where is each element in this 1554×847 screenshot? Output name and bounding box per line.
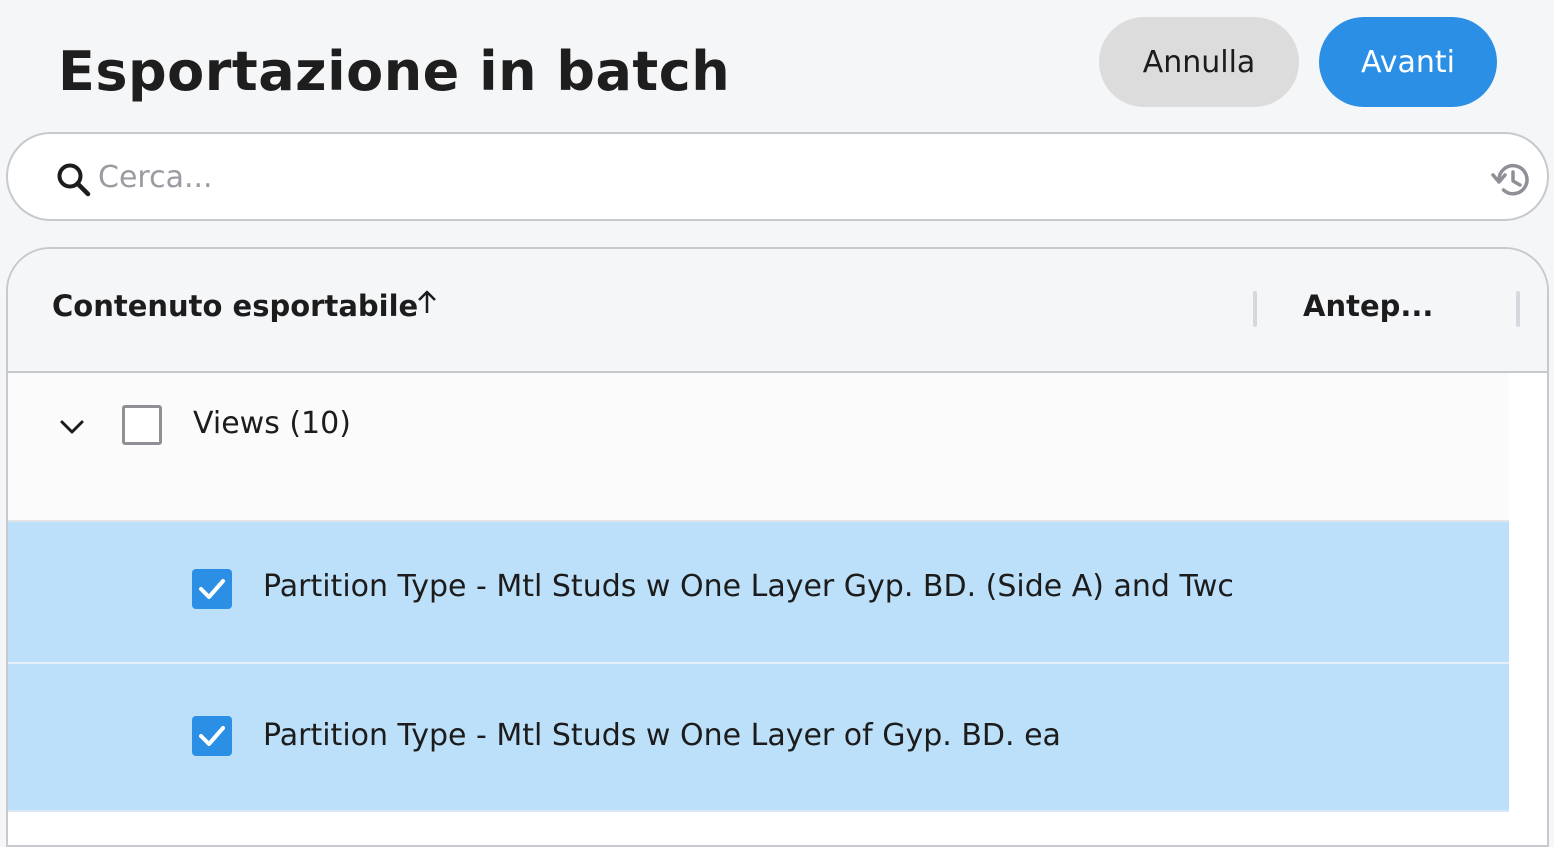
column-resize-handle[interactable] bbox=[1253, 291, 1257, 327]
sort-ascending-icon[interactable] bbox=[416, 289, 438, 315]
row-checkbox[interactable] bbox=[192, 716, 232, 756]
checkmark-icon bbox=[199, 726, 225, 746]
column-header-content[interactable]: Contenuto esportabile bbox=[52, 289, 418, 323]
row-label: Partition Type - Mtl Studs w One Layer o… bbox=[263, 718, 1061, 753]
cancel-button[interactable]: Annulla bbox=[1099, 17, 1299, 107]
row-label: Partition Type - Mtl Studs w One Layer G… bbox=[263, 569, 1234, 604]
table-row[interactable]: Partition Type - Mtl Studs w One Layer o… bbox=[8, 664, 1509, 812]
group-label: Views (10) bbox=[193, 406, 351, 441]
checkmark-icon bbox=[199, 579, 225, 599]
row-checkbox[interactable] bbox=[192, 569, 232, 609]
table-header: Contenuto esportabile Antep... bbox=[8, 249, 1547, 373]
chevron-down-icon[interactable] bbox=[58, 413, 86, 441]
history-icon[interactable] bbox=[1490, 158, 1534, 202]
column-header-preview[interactable]: Antep... bbox=[1303, 289, 1433, 323]
group-checkbox[interactable] bbox=[122, 405, 162, 445]
table-row[interactable]: Partition Type - Mtl Studs w One Layer G… bbox=[8, 522, 1509, 664]
next-button[interactable]: Avanti bbox=[1319, 17, 1497, 107]
search-icon bbox=[57, 163, 91, 197]
search-bar bbox=[6, 132, 1549, 221]
table-body: Views (10) Partition Type - Mtl Studs w … bbox=[8, 373, 1509, 812]
column-resize-handle[interactable] bbox=[1516, 291, 1520, 327]
group-row-views: Views (10) bbox=[8, 373, 1509, 522]
search-input[interactable] bbox=[98, 152, 1478, 202]
export-table: Contenuto esportabile Antep... Views (10… bbox=[6, 247, 1549, 847]
page-title: Esportazione in batch bbox=[58, 40, 731, 103]
